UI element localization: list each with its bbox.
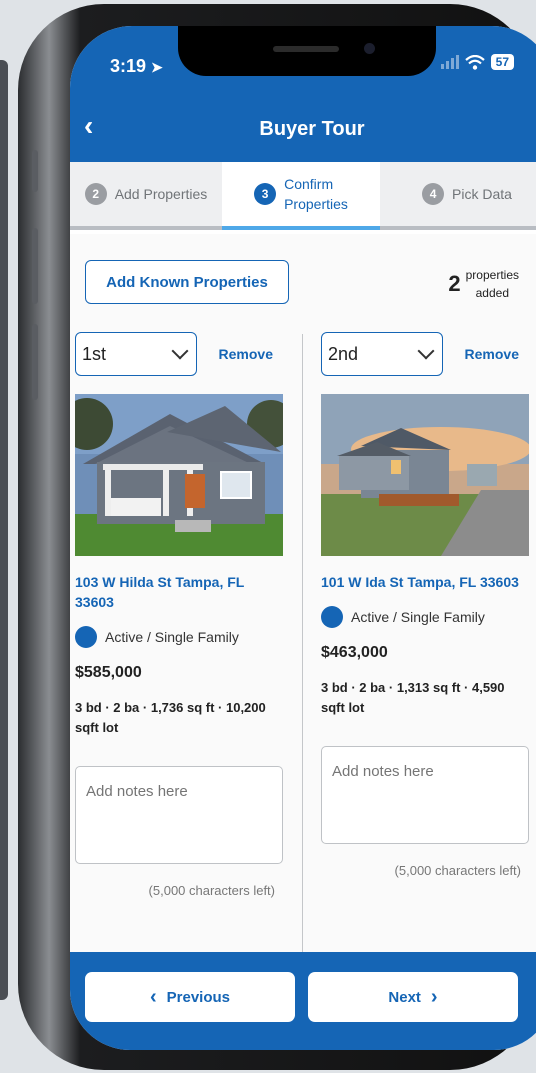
chevron-down-icon — [171, 342, 189, 360]
property-photo — [75, 394, 283, 556]
step-number: 2 — [84, 183, 107, 205]
properties-added-label: properties added — [465, 268, 519, 300]
step-pick-data[interactable]: 4 Pick Data — [380, 162, 536, 226]
step-label: Add Properties — [114, 186, 208, 202]
battery-icon: 57 — [490, 54, 514, 70]
rank-select[interactable]: 2nd — [321, 332, 443, 376]
property-address-link[interactable]: 101 W Ida St Tampa, FL 33603 — [321, 572, 531, 592]
rank-value: 2nd — [328, 343, 359, 364]
status-text: Active / Single Family — [351, 609, 485, 625]
notes-input[interactable] — [321, 746, 529, 844]
next-button[interactable]: Next › — [308, 972, 518, 1022]
phone-frame: 3:19 ➤ 57 ‹ Buyer Tour 2 Add Properties … — [18, 4, 536, 1070]
front-camera — [364, 43, 375, 54]
property-photo — [321, 394, 529, 556]
speaker-grille — [273, 46, 339, 52]
characters-left: (5,000 characters left) — [394, 863, 521, 878]
next-label: Next — [388, 988, 421, 1006]
remove-button[interactable]: Remove — [465, 346, 519, 362]
footer-bar: ‹ Previous Next › — [70, 952, 536, 1050]
status-time: 3:19 ➤ — [110, 56, 163, 76]
notch — [178, 26, 436, 76]
properties-added-count: 2 — [448, 271, 461, 296]
previous-label: Previous — [166, 988, 231, 1006]
app-screen: 3:19 ➤ 57 ‹ Buyer Tour 2 Add Properties … — [70, 26, 536, 1050]
chevron-right-icon: › — [430, 985, 438, 1008]
step-add-properties[interactable]: 2 Add Properties — [70, 162, 222, 226]
previous-button[interactable]: ‹ Previous — [85, 972, 295, 1022]
status-icons: 57 — [440, 54, 514, 70]
chevron-left-icon: ‹ — [149, 985, 157, 1008]
property-price: $585,000 — [75, 664, 142, 681]
rank-select[interactable]: 1st — [75, 332, 197, 376]
characters-left: (5,000 characters left) — [148, 883, 275, 898]
status-dot-icon — [321, 606, 343, 628]
chevron-down-icon — [417, 342, 435, 360]
wifi-icon — [464, 54, 485, 70]
property-status: Active / Single Family — [321, 606, 531, 628]
remove-button[interactable]: Remove — [219, 346, 273, 362]
background-device-edge — [0, 60, 8, 1000]
volume-up-button — [32, 228, 38, 304]
property-details: 3 bd · 2 ba · 1,736 sq ft · 10,200 sqft … — [75, 700, 266, 735]
page-title: Buyer Tour — [259, 118, 365, 140]
main-content: Add Known Properties 2 properties added 1… — [70, 234, 536, 954]
volume-down-button — [32, 324, 38, 400]
column-divider — [302, 334, 303, 954]
step-number: 3 — [254, 183, 277, 205]
step-confirm-properties[interactable]: 3 Confirm Properties — [222, 162, 380, 230]
property-status: Active / Single Family — [75, 626, 285, 648]
rank-value: 1st — [82, 343, 107, 364]
property-price: $463,000 — [321, 644, 388, 661]
step-label: Pick Data — [452, 186, 512, 202]
step-label: Confirm Properties — [284, 176, 348, 212]
property-card: 1st Remove 103 W Hilda St Tampa, FL 3360… — [75, 332, 285, 898]
property-card: 2nd Remove 101 W Ida St Tampa, FL 33603 … — [321, 332, 531, 878]
location-arrow-icon: ➤ — [151, 59, 163, 75]
properties-added-counter: 2 properties added — [448, 266, 519, 302]
property-address-link[interactable]: 103 W Hilda St Tampa, FL 33603 — [75, 572, 285, 612]
mute-switch — [32, 150, 38, 192]
property-details: 3 bd · 2 ba · 1,313 sq ft · 4,590 sqft l… — [321, 680, 505, 715]
status-dot-icon — [75, 626, 97, 648]
signal-icon — [440, 55, 459, 69]
add-known-properties-button[interactable]: Add Known Properties — [85, 260, 289, 304]
notes-input[interactable] — [75, 766, 283, 864]
status-text: Active / Single Family — [105, 629, 239, 645]
step-number: 4 — [422, 183, 445, 205]
stepper: 2 Add Properties 3 Confirm Properties 4 P… — [70, 162, 536, 230]
